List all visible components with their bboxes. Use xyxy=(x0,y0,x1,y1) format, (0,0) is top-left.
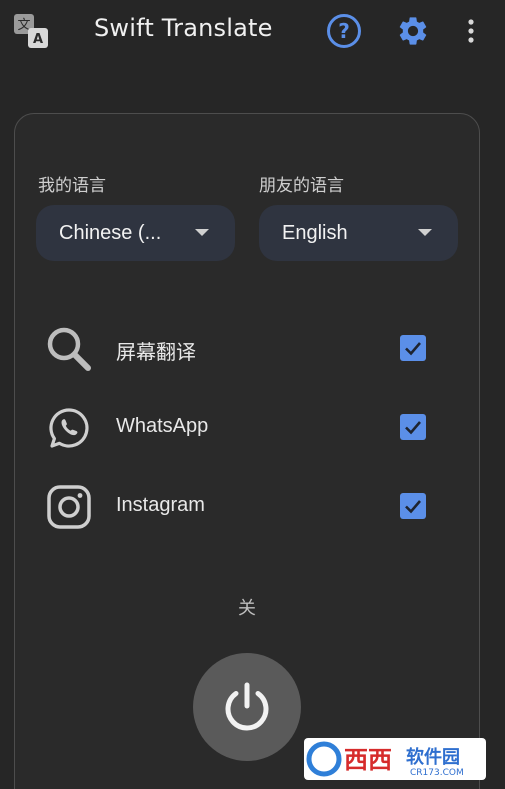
more-options-button[interactable] xyxy=(456,12,486,50)
svg-text:西西: 西西 xyxy=(344,746,392,774)
check-icon xyxy=(405,421,421,435)
check-icon xyxy=(405,500,421,514)
screen-translate-checkbox[interactable] xyxy=(400,335,426,361)
more-vert-icon xyxy=(468,19,474,43)
search-icon xyxy=(44,324,94,374)
feature-row-whatsapp: WhatsApp xyxy=(36,397,446,457)
settings-button[interactable] xyxy=(394,12,432,50)
feature-label: 屏幕翻译 xyxy=(116,342,196,364)
friend-language-value: English xyxy=(282,221,348,244)
svg-text:?: ? xyxy=(338,19,350,43)
instagram-checkbox[interactable] xyxy=(400,493,426,519)
friend-language-dropdown[interactable]: English xyxy=(259,205,458,261)
feature-label: Instagram xyxy=(116,494,205,516)
instagram-icon xyxy=(44,482,94,532)
my-language-dropdown[interactable]: Chinese (... xyxy=(36,205,235,261)
feature-row-screen-translate: 屏幕翻译 xyxy=(36,318,446,378)
my-language-label: 我的语言 xyxy=(38,176,106,196)
power-button[interactable] xyxy=(193,653,301,761)
help-circle-icon: ? xyxy=(327,14,361,48)
whatsapp-checkbox[interactable] xyxy=(400,414,426,440)
whatsapp-icon xyxy=(44,403,94,453)
chevron-down-icon xyxy=(195,229,209,236)
check-icon xyxy=(405,342,421,356)
service-status-text: 关 xyxy=(238,598,256,619)
feature-row-instagram: Instagram xyxy=(36,476,446,536)
app-title: Swift Translate xyxy=(94,14,273,42)
svg-text:CR173.COM: CR173.COM xyxy=(410,768,464,778)
help-button[interactable]: ? xyxy=(325,12,363,50)
power-icon xyxy=(225,682,269,731)
feature-label: WhatsApp xyxy=(116,415,209,437)
friend-language-label: 朋友的语言 xyxy=(259,176,344,196)
translate-icon: 文 A xyxy=(12,12,50,50)
watermark-logo: 西西 软件园 CR173.COM xyxy=(304,738,486,780)
app-screen: 文 A Swift Translate ? 我的语言 朋友的语言 Chinese… xyxy=(0,0,505,789)
my-language-value: Chinese (... xyxy=(59,221,162,244)
gear-icon xyxy=(399,17,427,45)
chevron-down-icon xyxy=(418,229,432,236)
svg-text:A: A xyxy=(33,32,43,47)
top-app-bar: 文 A Swift Translate ? xyxy=(0,0,505,64)
svg-text:软件园: 软件园 xyxy=(406,746,460,768)
